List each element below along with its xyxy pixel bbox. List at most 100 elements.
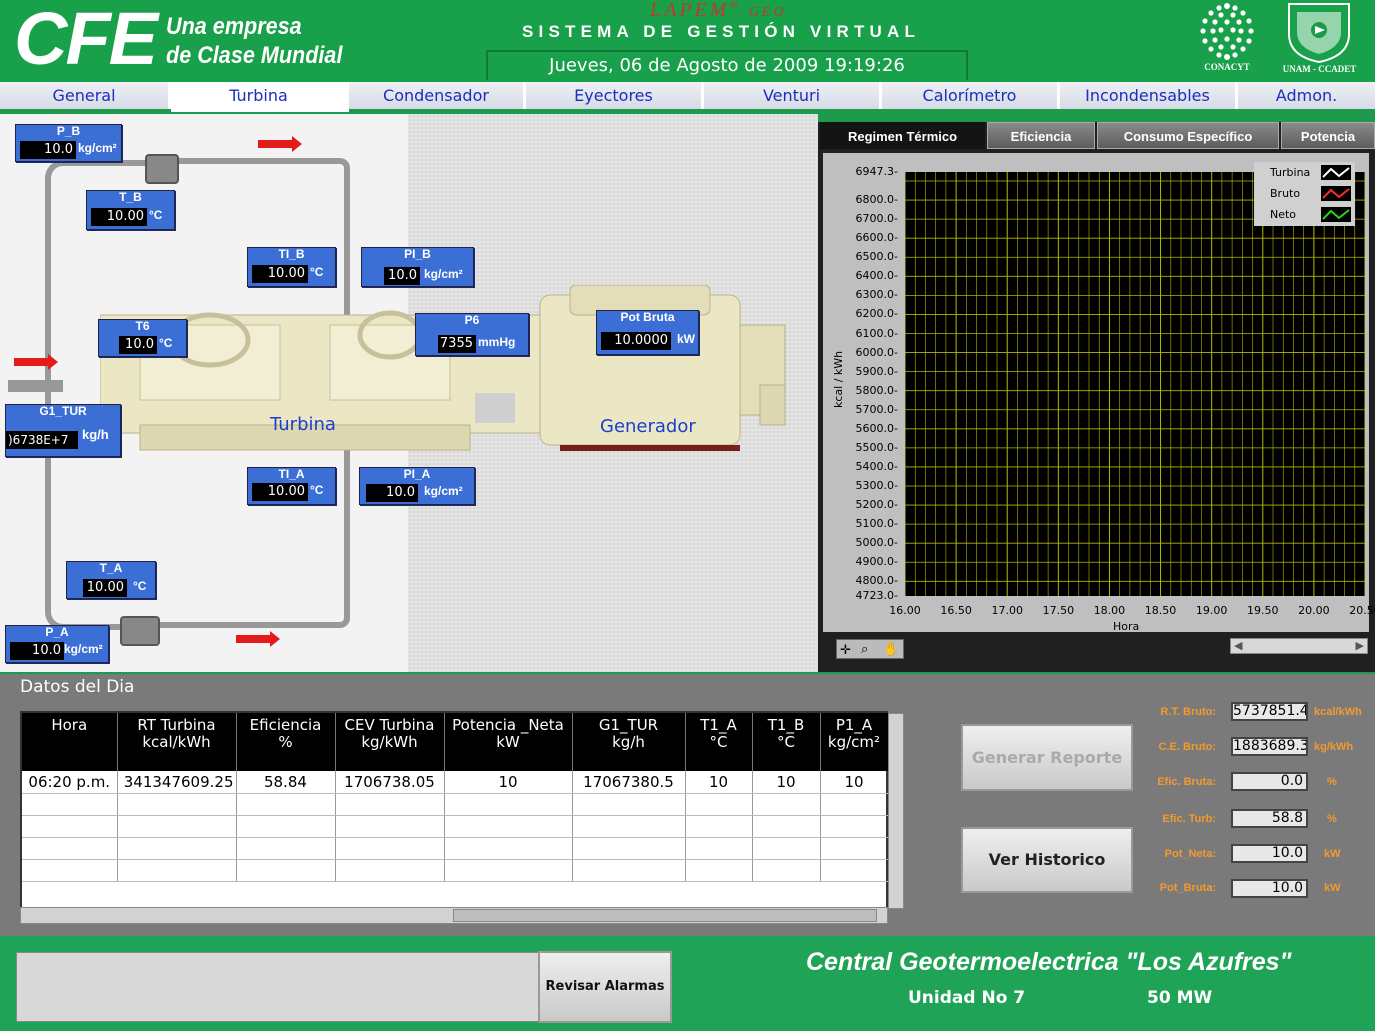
ce-bruto-label: C.E. Bruto:: [1158, 741, 1216, 753]
unam-caption: UNAM - CCADET: [1282, 64, 1357, 74]
indicator-value: 10.0: [119, 336, 157, 354]
y-tick-label: 5600.0-: [855, 421, 898, 435]
zoom-icon[interactable]: ⌕: [861, 641, 868, 657]
scroll-thumb[interactable]: [453, 909, 877, 922]
chart-tab-regimen[interactable]: Regimen Térmico: [820, 122, 985, 149]
indicator-value: 10.0000: [601, 332, 671, 350]
chart-tab-consumo[interactable]: Consumo Específico: [1097, 122, 1279, 149]
tab-condensador[interactable]: Condensador: [349, 82, 526, 109]
indicator-value: 10.00: [83, 579, 127, 597]
indicator-unit: kg/h: [82, 427, 109, 442]
history-button[interactable]: Ver Historico: [961, 827, 1133, 893]
lapem-geo: GEO: [748, 5, 787, 20]
indicator-label: T6: [135, 319, 150, 333]
indicator-value: 10.00: [252, 265, 308, 283]
table-vertical-scrollbar[interactable]: [888, 713, 904, 909]
plot-background: [905, 172, 1365, 596]
x-tick-label: 19.50: [1247, 604, 1279, 617]
tab-general[interactable]: General: [0, 82, 171, 109]
table-row[interactable]: [22, 859, 889, 882]
y-tick-label: 6400.0-: [855, 269, 898, 283]
main-tabs: General Turbina Condensador Eyectores Ve…: [0, 82, 1375, 112]
efic-turb-label: Efic. Turb:: [1162, 813, 1216, 825]
indicator-unit: kg/cm²: [64, 642, 103, 656]
indicator-unit: °C: [310, 265, 324, 279]
scroll-left-icon[interactable]: ◀: [1234, 639, 1242, 652]
indicator-p-b: P_B 10.0 kg/cm²: [15, 124, 122, 162]
chart-tool-palette: ✛ ⌕ ✋: [836, 639, 904, 659]
chart-legend: Turbina Bruto Neto: [1254, 162, 1355, 226]
daily-data-table[interactable]: Hora RT Turbina kcal/kWh Eficiencia % CE…: [20, 711, 889, 909]
y-tick-label: 6947.3-: [855, 165, 898, 178]
indicator-label: P_B: [56, 124, 81, 138]
y-tick-label: 4800.0-: [855, 574, 898, 588]
rt-bruto-unit: kcal/kWh: [1314, 706, 1362, 718]
slogan: Una empresa de Clase Mundial: [166, 12, 342, 70]
indicator-p-a: P_A 10.0 kg/cm²: [5, 625, 109, 663]
indicator-unit: °C: [159, 336, 173, 350]
y-tick-label: 5200.0-: [855, 498, 898, 512]
flow-arrow-icon: [14, 354, 58, 370]
indicator-unit: mmHg: [478, 335, 516, 349]
indicator-t-a: T_A 10.00 °C: [66, 561, 156, 599]
x-tick-label: 18.50: [1144, 604, 1177, 617]
unam-logo: UNAM - CCADET: [1277, 0, 1362, 80]
table-horizontal-scrollbar[interactable]: [20, 907, 888, 924]
cell: 341347609.25: [117, 771, 237, 794]
col-potencia-neta: Potencia _Neta kW: [444, 713, 573, 771]
generate-report-button[interactable]: Generar Reporte: [961, 724, 1133, 791]
y-axis-label: kcal / kWh: [832, 350, 845, 408]
tab-eyectores[interactable]: Eyectores: [526, 82, 704, 109]
x-axis-label: Hora: [1113, 620, 1140, 633]
lapem-registered: ®: [729, 0, 741, 12]
legend-turbina-label: Turbina: [1270, 166, 1311, 179]
col-g1-tur: G1_TUR kg/h: [572, 713, 686, 771]
indicator-ti-a: TI_A 10.00 °C: [247, 467, 336, 505]
chart-tab-eficiencia[interactable]: Eficiencia: [987, 122, 1095, 149]
y-tick-label: 5400.0-: [855, 459, 898, 473]
turbine-label: Turbina: [270, 414, 336, 435]
ce-bruto-value: 1883689.3: [1231, 737, 1308, 756]
x-tick-label: 17.00: [991, 604, 1023, 617]
scroll-right-icon[interactable]: ▶: [1356, 639, 1364, 652]
table-row[interactable]: 06:20 p.m. 341347609.25 58.84 1706738.05…: [22, 771, 889, 794]
indicator-unit: °C: [133, 579, 147, 593]
y-tick-label: 5500.0-: [855, 440, 898, 454]
table-row[interactable]: [22, 793, 889, 816]
tab-turbina[interactable]: Turbina: [171, 82, 349, 112]
pot-bruta-unit: kW: [1324, 882, 1341, 894]
y-tick-label: 5700.0-: [855, 402, 898, 416]
table-header-row: Hora RT Turbina kcal/kWh Eficiencia % CE…: [22, 713, 889, 771]
x-tick-label: 19.00: [1195, 604, 1228, 617]
col-t1-a: T1_A °C: [685, 713, 753, 771]
datetime-display: Jueves, 06 de Agosto de 2009 19:19:26: [486, 50, 968, 80]
cell: 10: [444, 771, 573, 794]
indicator-pi-a: PI_A 10.0 kg/cm²: [359, 467, 475, 505]
tab-admon[interactable]: Admon.: [1238, 82, 1375, 109]
indicator-label: TI_B: [278, 247, 305, 261]
tab-incondensables[interactable]: Incondensables: [1060, 82, 1238, 109]
efic-turb-unit: %: [1327, 813, 1337, 825]
chart-tab-potencia[interactable]: Potencia: [1281, 122, 1375, 149]
cfe-logo: CFE: [14, 0, 158, 80]
tab-calorimetro[interactable]: Calorímetro: [882, 82, 1060, 109]
conacyt-caption: CONACYT: [1204, 62, 1250, 72]
tab-venturi[interactable]: Venturi: [704, 82, 882, 109]
table-row[interactable]: [22, 837, 889, 860]
indicator-value: 10.0: [20, 141, 76, 159]
header-bar: CFE Una empresa de Clase Mundial LAPEM® …: [0, 0, 1375, 82]
x-tick-label: 16.50: [940, 604, 972, 617]
legend-bruto-label: Bruto: [1270, 187, 1301, 200]
legend-turbina-swatch: [1321, 165, 1351, 180]
indicator-t6: T6 10.0 °C: [98, 319, 187, 357]
pan-hand-icon[interactable]: ✋: [883, 641, 899, 657]
y-tick-label: 5000.0-: [855, 536, 898, 550]
indicator-value: 10.0: [366, 484, 418, 502]
table-row[interactable]: [22, 815, 889, 838]
plant-capacity: 50 MW: [1147, 988, 1213, 1008]
y-tick-label: 4723.0-: [855, 589, 898, 602]
chart-plot-area[interactable]: [905, 172, 1365, 596]
review-alarms-button[interactable]: Revisar Alarmas: [538, 951, 672, 1023]
chart-scrollbar[interactable]: ◀ ▶: [1230, 638, 1368, 654]
crosshair-icon[interactable]: ✛: [840, 642, 851, 658]
